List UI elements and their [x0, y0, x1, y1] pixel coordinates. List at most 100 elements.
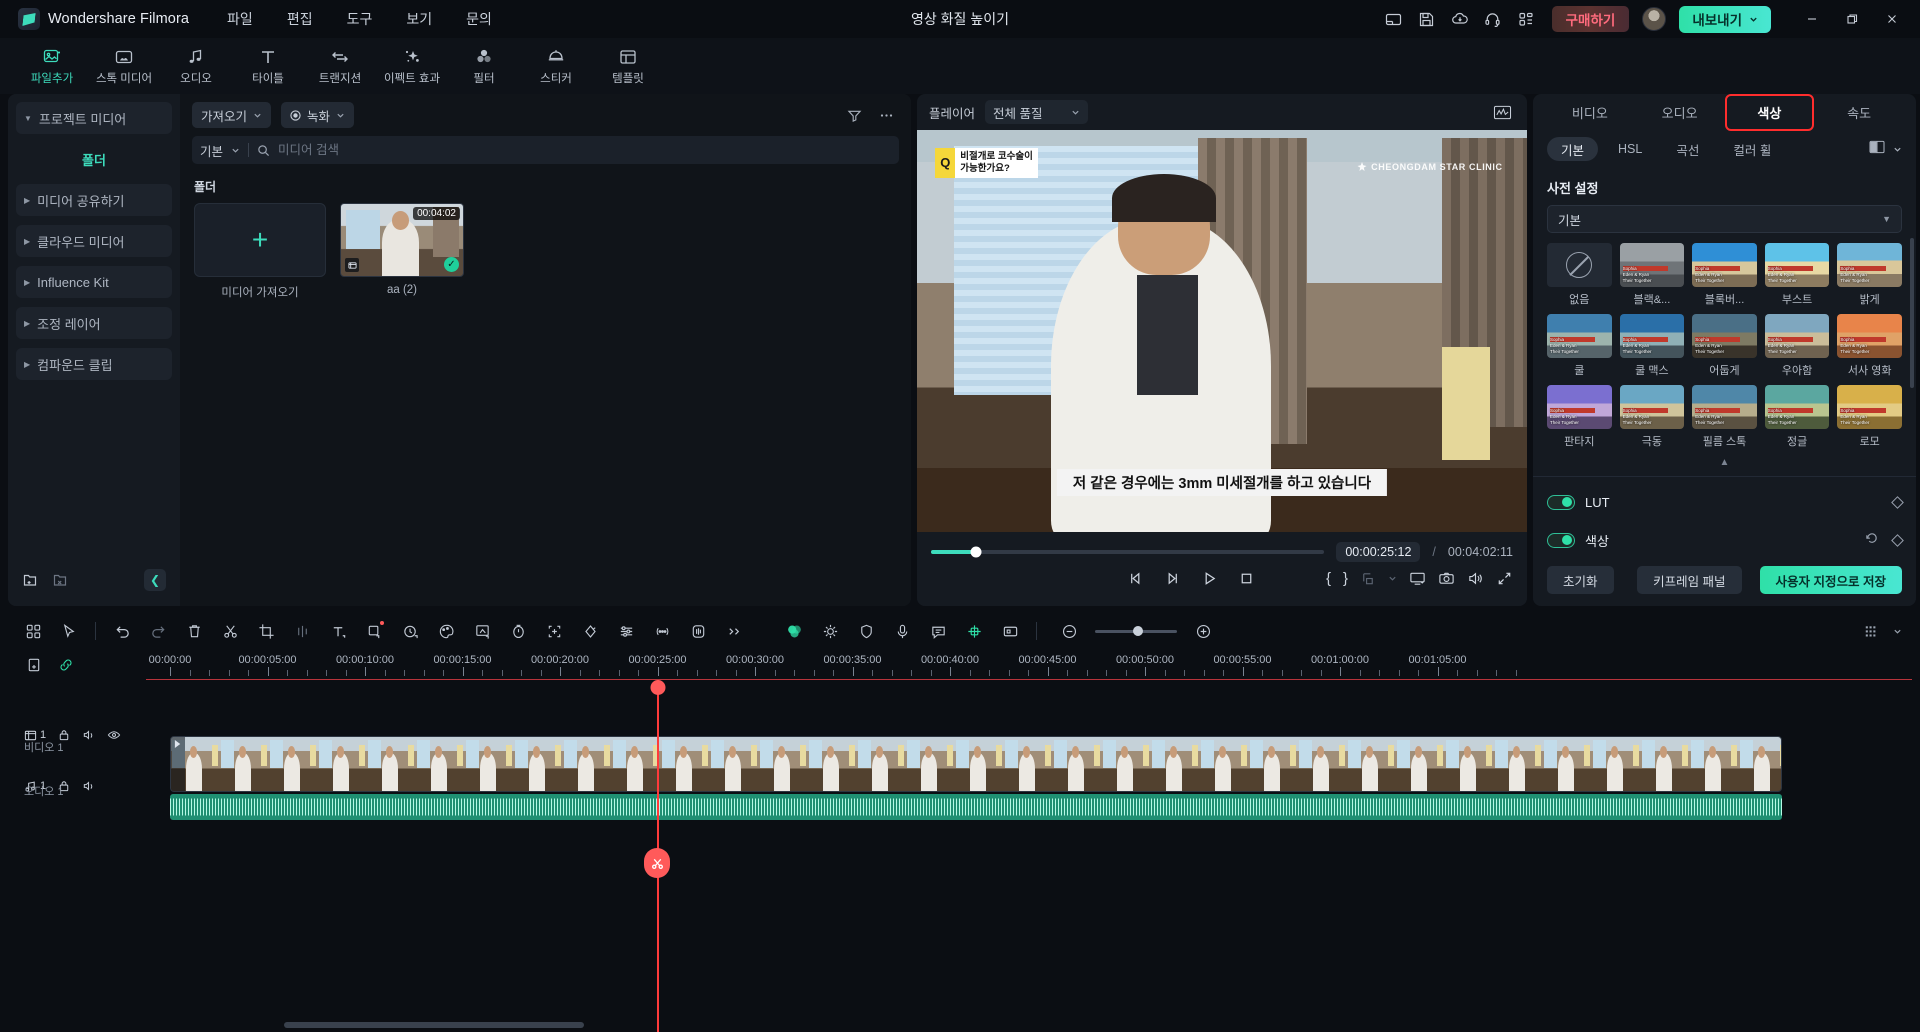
import-dropdown[interactable]: 가져오기: [192, 102, 272, 128]
green-screen-icon[interactable]: [465, 616, 499, 646]
preset-item[interactable]: Sophia Eden & Ryan Their Together 극동: [1619, 385, 1685, 449]
redo-icon[interactable]: [141, 616, 175, 646]
save-icon[interactable]: [1412, 4, 1442, 34]
speed-clock-icon[interactable]: [393, 616, 427, 646]
compare-view-icon[interactable]: [1869, 140, 1885, 159]
zoom-out-icon[interactable]: [1052, 616, 1086, 646]
color-palette-icon[interactable]: [429, 616, 463, 646]
expand-presets-icon[interactable]: ▲: [1533, 453, 1916, 470]
delete-icon[interactable]: [177, 616, 211, 646]
chevron-down-icon[interactable]: [1893, 145, 1902, 154]
chevron-down-icon[interactable]: [1388, 574, 1397, 583]
media-search-bar[interactable]: 기본: [192, 136, 899, 164]
sidebar-item-share-media[interactable]: ▶ 미디어 공유하기: [16, 184, 172, 216]
zoom-knob[interactable]: [1132, 626, 1143, 636]
timeline-ruler[interactable]: 00:00:00 00:00:05:00 00:00:10:00 00:00:15:0…: [146, 650, 1912, 680]
sidebar-item-influence-kit[interactable]: ▶ Influence Kit: [16, 266, 172, 298]
preset-item[interactable]: 없음: [1547, 243, 1612, 307]
preset-item[interactable]: Sophia Eden & Ryan Their Together 판타지: [1547, 385, 1612, 449]
more-options-icon[interactable]: [873, 102, 899, 128]
buy-button[interactable]: 구매하기: [1551, 6, 1630, 32]
grid-view-icon[interactable]: [16, 616, 50, 646]
timer-icon[interactable]: [501, 616, 535, 646]
preset-item[interactable]: Sophia Eden & Ryan Their Together 정글: [1764, 385, 1830, 449]
sort-label[interactable]: 기본: [200, 141, 223, 160]
headset-support-icon[interactable]: [1478, 4, 1508, 34]
menu-item-edit[interactable]: 편집: [287, 9, 313, 29]
reset-button[interactable]: 초기화: [1547, 566, 1614, 594]
speech-text-icon[interactable]: [921, 616, 955, 646]
audio-stretch-icon[interactable]: [681, 616, 715, 646]
play-button[interactable]: [1201, 570, 1218, 587]
add-track-icon[interactable]: [26, 657, 42, 673]
keyframe-diamond-icon[interactable]: [1891, 533, 1904, 547]
preset-item[interactable]: Sophia Eden & Ryan Their Together 밝게: [1837, 243, 1902, 307]
filter-icon[interactable]: [841, 102, 867, 128]
tab-speed[interactable]: 속도: [1816, 96, 1902, 129]
collapse-sidebar-button[interactable]: ❮: [144, 569, 166, 591]
link-clips-icon[interactable]: [58, 657, 74, 673]
subtab-color-wheel[interactable]: 컬러 휠: [1719, 137, 1785, 161]
zoom-in-icon[interactable]: [1186, 616, 1220, 646]
mark-in-icon[interactable]: {: [1326, 570, 1331, 587]
keyframe-diamond-icon[interactable]: [1891, 495, 1904, 509]
preset-item[interactable]: Sophia Eden & Ryan Their Together 필름 스톡: [1692, 385, 1757, 449]
media-item-thumbnail[interactable]: 00:04:02 ✓: [340, 203, 464, 277]
maximize-button[interactable]: [1832, 0, 1872, 38]
center-align-icon[interactable]: [957, 616, 991, 646]
export-frame-icon[interactable]: [1360, 571, 1376, 587]
split-audio-icon[interactable]: [285, 616, 319, 646]
chevron-down-icon[interactable]: [1893, 627, 1902, 636]
mark-out-icon[interactable]: }: [1343, 570, 1348, 587]
marker-grid-icon[interactable]: [1853, 616, 1887, 646]
sidebar-item-folder[interactable]: 폴더: [16, 143, 172, 175]
new-folder-icon[interactable]: [22, 572, 38, 588]
ribbon-item-add-media[interactable]: 파일추가: [18, 40, 86, 92]
previous-frame-icon[interactable]: [1127, 570, 1144, 587]
color-toggle[interactable]: [1547, 532, 1575, 548]
adjust-sliders-icon[interactable]: [609, 616, 643, 646]
delete-folder-icon[interactable]: [52, 572, 68, 588]
keyframe-panel-button[interactable]: 키프레임 패널: [1637, 566, 1742, 594]
user-avatar[interactable]: [1642, 7, 1667, 31]
crop-icon[interactable]: [249, 616, 283, 646]
subtab-hsl[interactable]: HSL: [1604, 137, 1656, 161]
mute-track-icon[interactable]: [82, 779, 96, 793]
next-frame-icon[interactable]: [1164, 570, 1181, 587]
voiceover-mic-icon[interactable]: [885, 616, 919, 646]
snapshot-icon[interactable]: [993, 616, 1027, 646]
snapshot-camera-icon[interactable]: [1438, 570, 1455, 587]
minimize-button[interactable]: [1792, 0, 1832, 38]
seek-knob[interactable]: [970, 546, 982, 558]
hide-track-icon[interactable]: [107, 728, 121, 742]
volume-icon[interactable]: [1467, 570, 1484, 587]
subtab-basic[interactable]: 기본: [1547, 137, 1599, 161]
select-cursor-icon[interactable]: [52, 616, 86, 646]
timeline-body[interactable]: 00:00:00 00:00:05:00 00:00:10:00 00:00:15:0…: [146, 650, 1912, 1032]
sidebar-item-cloud-media[interactable]: ▶ 클라우드 미디어: [16, 225, 172, 257]
ribbon-item-audio[interactable]: 오디오: [162, 40, 230, 92]
scope-waveform-icon[interactable]: [1489, 99, 1515, 125]
audio-clip[interactable]: [170, 794, 1782, 820]
properties-scrollbar[interactable]: [1910, 238, 1914, 388]
tab-color[interactable]: 색상: [1724, 94, 1815, 131]
shield-icon[interactable]: [849, 616, 883, 646]
ribbon-item-template[interactable]: 템플릿: [594, 40, 662, 92]
lut-toggle[interactable]: [1547, 494, 1575, 510]
layout-panel-icon[interactable]: [1379, 4, 1409, 34]
tab-video[interactable]: 비디오: [1547, 96, 1633, 129]
preset-item[interactable]: Sophia Eden & Ryan Their Together 블랙&...: [1619, 243, 1685, 307]
preset-item[interactable]: Sophia Eden & Ryan Their Together 서사 영화: [1837, 314, 1902, 378]
silence-detect-icon[interactable]: [645, 616, 679, 646]
ribbon-item-filter[interactable]: 필터: [450, 40, 518, 92]
cloud-download-icon[interactable]: [1445, 4, 1475, 34]
zoom-slider[interactable]: [1095, 626, 1177, 636]
menu-item-file[interactable]: 파일: [227, 9, 253, 29]
close-button[interactable]: [1872, 0, 1912, 38]
sidebar-item-compound-clip[interactable]: ▶ 컴파운드 클립: [16, 348, 172, 380]
preset-item[interactable]: Sophia Eden & Ryan Their Together 쿨 맥스: [1619, 314, 1685, 378]
playhead-marker[interactable]: [644, 848, 670, 878]
seek-bar[interactable]: [931, 546, 1325, 558]
reset-icon[interactable]: [1865, 531, 1879, 550]
undo-icon[interactable]: [105, 616, 139, 646]
